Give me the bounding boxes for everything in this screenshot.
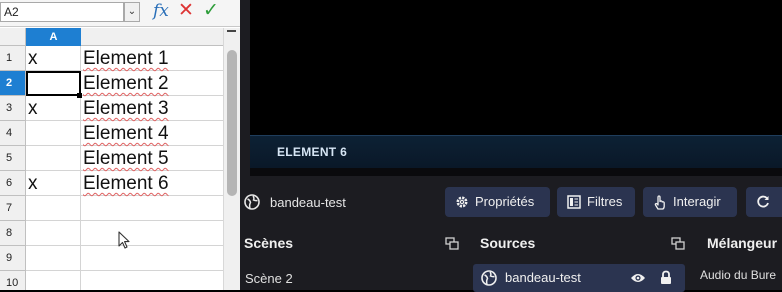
dock-float-icon[interactable] <box>671 237 685 250</box>
cell-a8[interactable] <box>26 221 81 246</box>
name-box-input[interactable]: A2 <box>0 2 124 22</box>
table-row: 6 x Element 6 <box>0 171 223 196</box>
globe-icon <box>481 270 497 286</box>
cell-a3[interactable]: x <box>26 96 81 121</box>
filter-icon <box>567 195 581 209</box>
cell-text: Element 6 <box>83 173 169 194</box>
cell-a2-selected[interactable] <box>26 71 81 96</box>
scrollbar-thumb[interactable] <box>227 50 237 196</box>
select-all-corner[interactable] <box>0 28 26 46</box>
ticker-text: ELEMENT 6 <box>277 145 348 159</box>
row-header[interactable]: 1 <box>0 46 26 71</box>
source-list-item[interactable]: bandeau-test <box>473 264 685 292</box>
cell-b7[interactable] <box>81 196 223 221</box>
cell-text: Element 4 <box>83 123 169 144</box>
cell-text: Element 1 <box>83 48 169 69</box>
row-header[interactable]: 9 <box>0 246 26 271</box>
eye-icon[interactable] <box>630 272 646 284</box>
table-row: 3 x Element 3 <box>0 96 223 121</box>
cell-b1[interactable]: Element 1 <box>81 46 223 71</box>
cell-a6[interactable]: x <box>26 171 81 196</box>
cell-a5[interactable] <box>26 146 81 171</box>
obs-window: ELEMENT 6 bandeau-test Propriétés Filtre… <box>240 0 782 292</box>
globe-icon <box>244 194 260 210</box>
row-header[interactable]: 5 <box>0 146 26 171</box>
spreadsheet-pane: A2 ⌄ fx ✕ ✓ A 1 x Element 1 2 Element 2 … <box>0 0 240 290</box>
table-row: 9 <box>0 246 223 271</box>
column-header-b[interactable] <box>81 28 223 46</box>
row-header[interactable]: 6 <box>0 171 26 196</box>
fill-handle[interactable] <box>77 93 82 98</box>
scene-list-item[interactable]: Scène 2 <box>245 271 293 286</box>
row-header[interactable]: 3 <box>0 96 26 121</box>
preview-canvas[interactable] <box>250 0 782 135</box>
cell-b8[interactable] <box>81 221 223 246</box>
function-wizard-icon[interactable]: fx <box>153 1 169 21</box>
table-row: 4 Element 4 <box>0 121 223 146</box>
row-header[interactable]: 7 <box>0 196 26 221</box>
column-header-a[interactable]: A <box>26 28 81 46</box>
cell-b9[interactable] <box>81 246 223 271</box>
cell-b10[interactable] <box>81 271 223 290</box>
cell-a10[interactable] <box>26 271 81 290</box>
table-row: 8 <box>0 221 223 246</box>
scroll-up-icon[interactable] <box>227 30 236 32</box>
filters-label: Filtres <box>587 194 623 209</box>
cell-b2[interactable]: Element 2 <box>81 71 223 96</box>
context-source-name: bandeau-test <box>270 195 346 210</box>
cell-text: Element 3 <box>83 98 169 119</box>
chevron-down-icon[interactable]: ⌄ <box>124 2 140 22</box>
ticker-banner: ELEMENT 6 <box>250 135 782 168</box>
filters-button[interactable]: Filtres <box>557 187 635 217</box>
gear-icon <box>456 196 468 208</box>
cell-b4[interactable]: Element 4 <box>81 121 223 146</box>
row-header[interactable]: 8 <box>0 221 26 246</box>
properties-label: Propriétés <box>475 194 535 209</box>
scenes-dock-title: Scènes <box>244 235 294 251</box>
table-row: 5 Element 5 <box>0 146 223 171</box>
accept-icon[interactable]: ✓ <box>203 0 219 22</box>
cell-b6[interactable]: Element 6 <box>81 171 223 196</box>
sources-dock-title: Sources <box>480 235 536 251</box>
cell-a4[interactable] <box>26 121 81 146</box>
source-item-label: bandeau-test <box>505 270 581 285</box>
properties-button[interactable]: Propriétés <box>445 187 550 217</box>
cell-b5[interactable]: Element 5 <box>81 146 223 171</box>
refresh-icon <box>757 195 769 208</box>
mixer-channel-label: Audio du Bure <box>700 268 777 282</box>
interact-button[interactable]: Interagir <box>643 187 737 217</box>
row-header[interactable]: 4 <box>0 121 26 146</box>
cell-text: Element 5 <box>83 148 169 169</box>
row-header-active[interactable]: 2 <box>0 71 26 96</box>
cell-a9[interactable] <box>26 246 81 271</box>
cell-grid: 1 x Element 1 2 Element 2 3 x Element 3 … <box>0 46 223 290</box>
table-row: 1 x Element 1 <box>0 46 223 71</box>
mouse-pointer-icon <box>118 231 130 249</box>
table-row: 2 Element 2 <box>0 71 223 96</box>
interact-label: Interagir <box>673 194 721 209</box>
cell-text: Element 2 <box>83 73 169 94</box>
vertical-scrollbar[interactable] <box>223 28 240 290</box>
cell-b3[interactable]: Element 3 <box>81 96 223 121</box>
cell-a7[interactable] <box>26 196 81 221</box>
cancel-icon[interactable]: ✕ <box>178 0 194 22</box>
hand-pointer-icon <box>654 195 665 210</box>
lock-icon[interactable] <box>660 270 672 285</box>
table-row: 10 <box>0 271 223 290</box>
row-header[interactable]: 10 <box>0 271 26 290</box>
dock-float-icon[interactable] <box>445 237 459 250</box>
cell-a1[interactable]: x <box>26 46 81 71</box>
refresh-button[interactable] <box>746 187 782 217</box>
preview-bottom-strip <box>250 168 782 176</box>
table-row: 7 <box>0 196 223 221</box>
formula-bar: A2 ⌄ fx ✕ ✓ <box>0 0 240 27</box>
mixer-dock-title: Mélangeur <box>707 235 778 251</box>
